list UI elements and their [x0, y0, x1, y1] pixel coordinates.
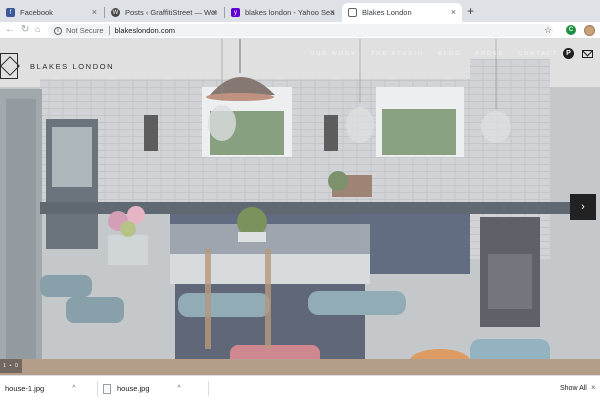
tab-title: blakes london - Yahoo Search R — [245, 8, 335, 17]
download-item[interactable]: house.jpg ^ — [103, 376, 181, 400]
download-item[interactable]: house-1.jpg ^ — [0, 376, 76, 400]
tab-yahoo[interactable]: y blakes london - Yahoo Search R × — [225, 3, 341, 22]
chevron-up-icon[interactable]: ^ — [178, 385, 181, 392]
show-all-button[interactable]: Show All — [560, 381, 587, 395]
kitchen-hero-image — [0, 39, 600, 375]
pinterest-icon[interactable]: P — [563, 48, 574, 59]
site-logo[interactable]: BLAKES LONDON — [0, 53, 114, 79]
mail-icon[interactable] — [582, 48, 593, 59]
download-bar: house-1.jpg ^ house.jpg ^ Show All × — [0, 375, 600, 400]
slider-next-button[interactable]: › — [570, 194, 596, 220]
bookmark-star-icon[interactable]: ☆ — [544, 25, 552, 36]
tab-strip: f Facebook × W Posts ‹ GraffitiStreet — … — [0, 0, 600, 22]
file-icon — [103, 383, 111, 394]
tab-title: Posts ‹ GraffitiStreet — WordP — [125, 8, 217, 17]
new-tab-button[interactable]: + — [467, 4, 474, 18]
site-nav: OUR WORK THE STUDIO BLOG PRESS CONTACT — [310, 51, 558, 57]
close-icon[interactable]: × — [92, 7, 97, 17]
nav-contact[interactable]: CONTACT — [518, 51, 558, 57]
extension-icon[interactable]: C — [566, 25, 576, 35]
brand-name: BLAKES LONDON — [30, 61, 115, 71]
info-icon[interactable]: i — [54, 26, 62, 35]
back-arrow-icon[interactable]: ← — [5, 24, 15, 35]
download-divider — [97, 381, 98, 396]
wordpress-icon: W — [111, 8, 120, 17]
tab-blakes-london[interactable]: Blakes London × — [342, 3, 462, 22]
close-icon[interactable]: × — [591, 383, 596, 392]
close-icon[interactable]: × — [330, 7, 335, 17]
download-divider — [208, 381, 209, 396]
nav-the-studio[interactable]: THE STUDIO — [371, 51, 424, 57]
page-icon — [348, 8, 357, 17]
logo-mark-icon — [0, 53, 18, 79]
close-icon[interactable]: × — [212, 7, 217, 17]
address-bar[interactable]: i Not Secure blakeslondon.com — [48, 24, 553, 37]
nav-blog[interactable]: BLOG — [438, 51, 461, 57]
nav-press[interactable]: PRESS — [475, 51, 504, 57]
omnibox-divider — [108, 26, 110, 35]
facebook-icon: f — [6, 8, 15, 17]
tab-title: Blakes London — [362, 8, 412, 17]
avatar[interactable] — [584, 25, 595, 36]
tab-title: Facebook — [20, 8, 53, 17]
yahoo-icon: y — [231, 8, 240, 17]
tab-wordpress[interactable]: W Posts ‹ GraffitiStreet — WordP × — [105, 3, 223, 22]
tab-facebook[interactable]: f Facebook × — [0, 3, 103, 22]
browser-toolbar: ← ↻ ⌂ i Not Secure blakeslondon.com ☆ C — [0, 22, 600, 39]
close-icon[interactable]: × — [451, 7, 456, 17]
download-filename: house.jpg — [117, 384, 150, 393]
page-viewport: BLAKES LONDON OUR WORK THE STUDIO BLOG P… — [0, 39, 600, 375]
mail-envelope — [582, 49, 593, 58]
slide-counter: 1 • 0 — [0, 359, 22, 373]
reload-icon[interactable]: ↻ — [21, 24, 29, 35]
security-status: Not Secure — [66, 26, 104, 35]
nav-our-work[interactable]: OUR WORK — [310, 51, 357, 57]
home-icon[interactable]: ⌂ — [35, 24, 40, 34]
chevron-up-icon[interactable]: ^ — [72, 385, 75, 392]
url-text: blakeslondon.com — [114, 26, 175, 35]
download-filename: house-1.jpg — [5, 384, 45, 393]
